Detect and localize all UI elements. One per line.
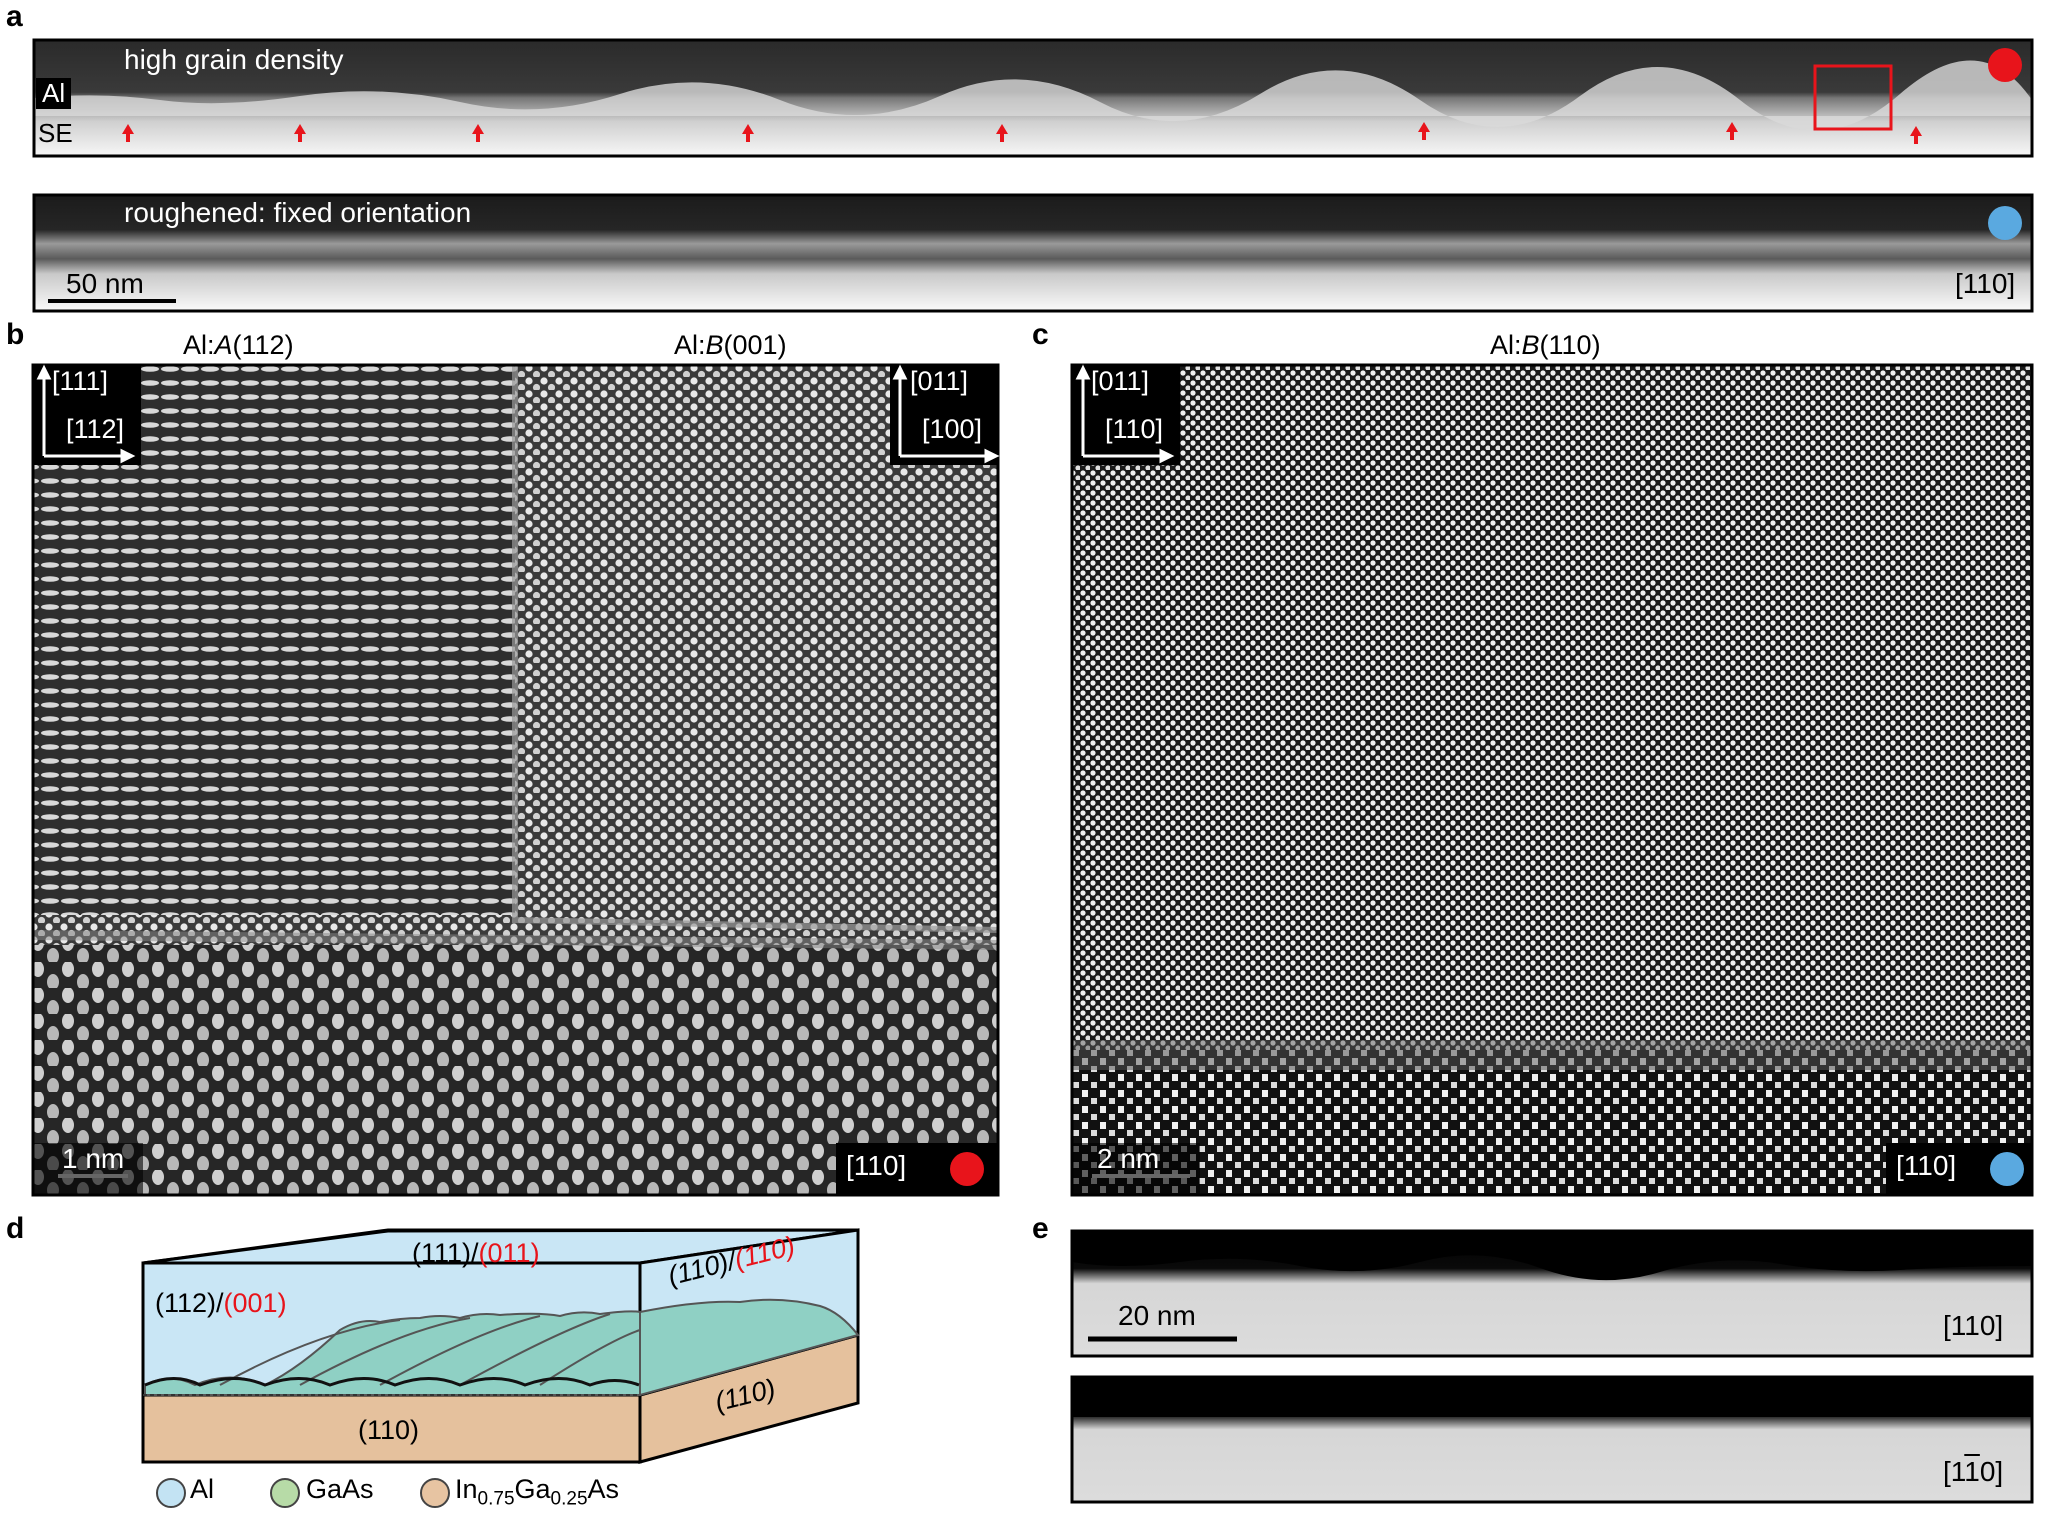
panel-d-top-face-label: (111)/(011) [412,1238,540,1268]
legend-gaas-label: GaAs [306,1474,374,1504]
panel-c-title: Al:B(110) [1490,330,1601,360]
panel-a-bottom-marker [1988,206,2022,240]
panel-e-direction-top: [110] [1943,1310,2004,1341]
panel-d-substrate-front-label: (110) [358,1415,420,1445]
panel-letter-e: e [1032,1212,1049,1245]
legend-ingaas-label: In0.75Ga0.25As [455,1474,620,1510]
panel-a-bottom-caption: roughened: fixed orientation [124,197,472,228]
panel-b-image [32,365,999,1195]
panel-b-marker [950,1152,984,1186]
panel-c-axis-right: [110] [1105,414,1164,444]
panel-a-scale-label: 50 nm [66,268,144,299]
panel-letter-b: b [6,318,25,351]
panel-d-front-face-label: (112)/(001) [155,1288,287,1318]
panel-e-direction-bottom: [110] [1943,1456,2004,1487]
legend-gaas-swatch [270,1478,300,1508]
panel-b-direction: [110] [846,1150,907,1181]
label-al: Al [36,78,72,109]
panel-b-axis-right-right: [100] [922,414,983,444]
panel-e-scale-label: 20 nm [1118,1300,1196,1331]
panel-b-title-right: Al:B(001) [674,330,787,360]
panel-c-scale-label: 2 nm [1097,1143,1160,1174]
panel-b-axis-right-left: [112] [66,414,125,444]
label-se: SE [38,118,73,148]
panel-c-axis-up: [011] [1091,366,1150,396]
panel-a-direction: [110] [1955,268,2016,299]
legend-al-swatch [156,1478,186,1508]
panel-a-top-marker [1988,48,2022,82]
figure-graphics [31,38,2034,1504]
panel-c-image [1072,365,2032,1195]
panel-letter-a: a [6,0,23,33]
panel-letter-d: d [6,1212,25,1245]
panel-c-direction: [110] [1896,1150,1957,1181]
panel-e-bottom-surface [1072,1377,2032,1417]
panel-letter-c: c [1032,318,1049,351]
panel-b-axis-up-right: [011] [910,366,969,396]
panel-c-marker [1990,1152,2024,1186]
panel-b-scale-label: 1 nm [62,1143,125,1174]
panel-b-title-left: Al:A(112) [183,330,294,360]
legend-ingaas-swatch [420,1478,450,1508]
panel-b-axis-up-left: [111] [52,366,109,396]
panel-a-top-caption: high grain density [124,44,344,75]
legend-al-label: Al [190,1474,215,1504]
